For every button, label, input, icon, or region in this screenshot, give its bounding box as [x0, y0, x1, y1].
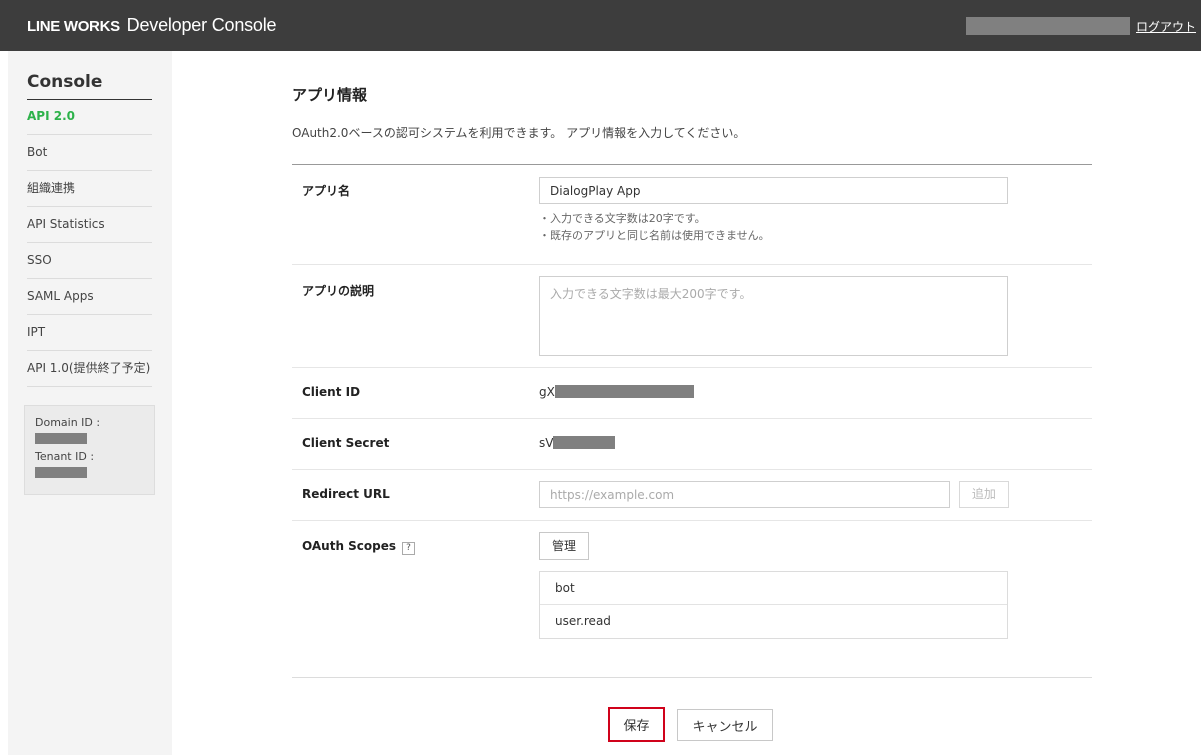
cancel-button[interactable]: キャンセル	[677, 709, 773, 741]
app-logo: LINE WORKS Developer Console	[27, 15, 277, 36]
domain-info-box: Domain ID : Tenant ID :	[24, 405, 155, 495]
sidebar-item-api-2-0[interactable]: API 2.0	[27, 99, 152, 135]
add-redirect-url-button[interactable]: 追加	[958, 481, 1009, 508]
sidebar-item-bot[interactable]: Bot	[27, 135, 152, 171]
tenant-id-label: Tenant ID :	[35, 450, 95, 463]
client-secret-label: Client Secret	[302, 436, 390, 450]
sidebar-nav: API 2.0 Bot 組織連携 API Statistics SSO SAML…	[27, 99, 152, 387]
sidebar-item-organization-sync[interactable]: 組織連携	[27, 171, 152, 207]
redirect-url-label: Redirect URL	[302, 487, 390, 501]
sidebar-item-api-statistics[interactable]: API Statistics	[27, 207, 152, 243]
redacted-domain-id	[35, 433, 87, 444]
save-button[interactable]: 保存	[608, 707, 665, 742]
sidebar-item-ipt[interactable]: IPT	[27, 315, 152, 351]
sidebar-title: Console	[27, 72, 152, 100]
app-description-row: アプリの説明	[292, 265, 1092, 368]
client-secret-row: Client Secret sV	[292, 419, 1092, 470]
page-description: OAuth2.0ベースの認可システムを利用できます。 アプリ情報を入力してくださ…	[292, 126, 746, 140]
app-name-label: アプリ名	[302, 184, 351, 198]
domain-id-label: Domain ID :	[35, 416, 101, 429]
form-bottom-divider	[292, 677, 1092, 678]
product-name: Developer Console	[126, 15, 277, 35]
manage-scopes-button[interactable]: 管理	[539, 532, 589, 560]
sidebar: Console API 2.0 Bot 組織連携 API Statistics …	[8, 51, 172, 755]
page-title: アプリ情報	[292, 86, 368, 104]
scope-list-item-bot: bot	[540, 572, 1007, 605]
oauth-scopes-row: OAuth Scopes? 管理 bot user.read	[292, 521, 1092, 678]
sidebar-item-saml-apps[interactable]: SAML Apps	[27, 279, 152, 315]
client-id-value: gX	[539, 385, 694, 399]
brand-name: LINE WORKS	[27, 18, 120, 35]
scope-list-item-user-read: user.read	[555, 614, 611, 628]
main-content: アプリ情報 OAuth2.0ベースの認可システムを利用できます。 アプリ情報を入…	[292, 0, 1092, 755]
help-icon[interactable]: ?	[402, 542, 416, 555]
app-name-hint-unique: ・既存のアプリと同じ名前は使用できません。	[539, 229, 770, 242]
app-description-label: アプリの説明	[302, 284, 375, 298]
app-description-textarea[interactable]	[539, 276, 1008, 356]
redacted-tenant-id	[35, 467, 87, 478]
sidebar-item-sso[interactable]: SSO	[27, 243, 152, 279]
redirect-url-row: Redirect URL 追加	[292, 470, 1092, 521]
client-secret-value: sV	[539, 436, 616, 450]
client-secret-prefix: sV	[539, 436, 554, 450]
oauth-scopes-label-wrap: OAuth Scopes?	[302, 539, 416, 555]
app-name-hint-length: ・入力できる文字数は20字です。	[539, 212, 706, 225]
redirect-url-input[interactable]	[539, 481, 950, 508]
client-id-row: Client ID gX	[292, 368, 1092, 419]
app-name-row: アプリ名 ・入力できる文字数は20字です。 ・既存のアプリと同じ名前は使用できま…	[292, 165, 1092, 265]
sidebar-item-api-1-0[interactable]: API 1.0(提供終了予定)	[27, 351, 152, 387]
client-id-prefix: gX	[539, 385, 555, 399]
redacted-client-secret	[553, 436, 616, 449]
app-name-input[interactable]	[539, 177, 1008, 204]
scope-list: bot user.read	[539, 571, 1008, 639]
redacted-client-id	[554, 385, 694, 398]
logout-link[interactable]: ログアウト	[1136, 18, 1196, 35]
oauth-scopes-label: OAuth Scopes	[302, 539, 397, 553]
client-id-label: Client ID	[302, 385, 361, 399]
